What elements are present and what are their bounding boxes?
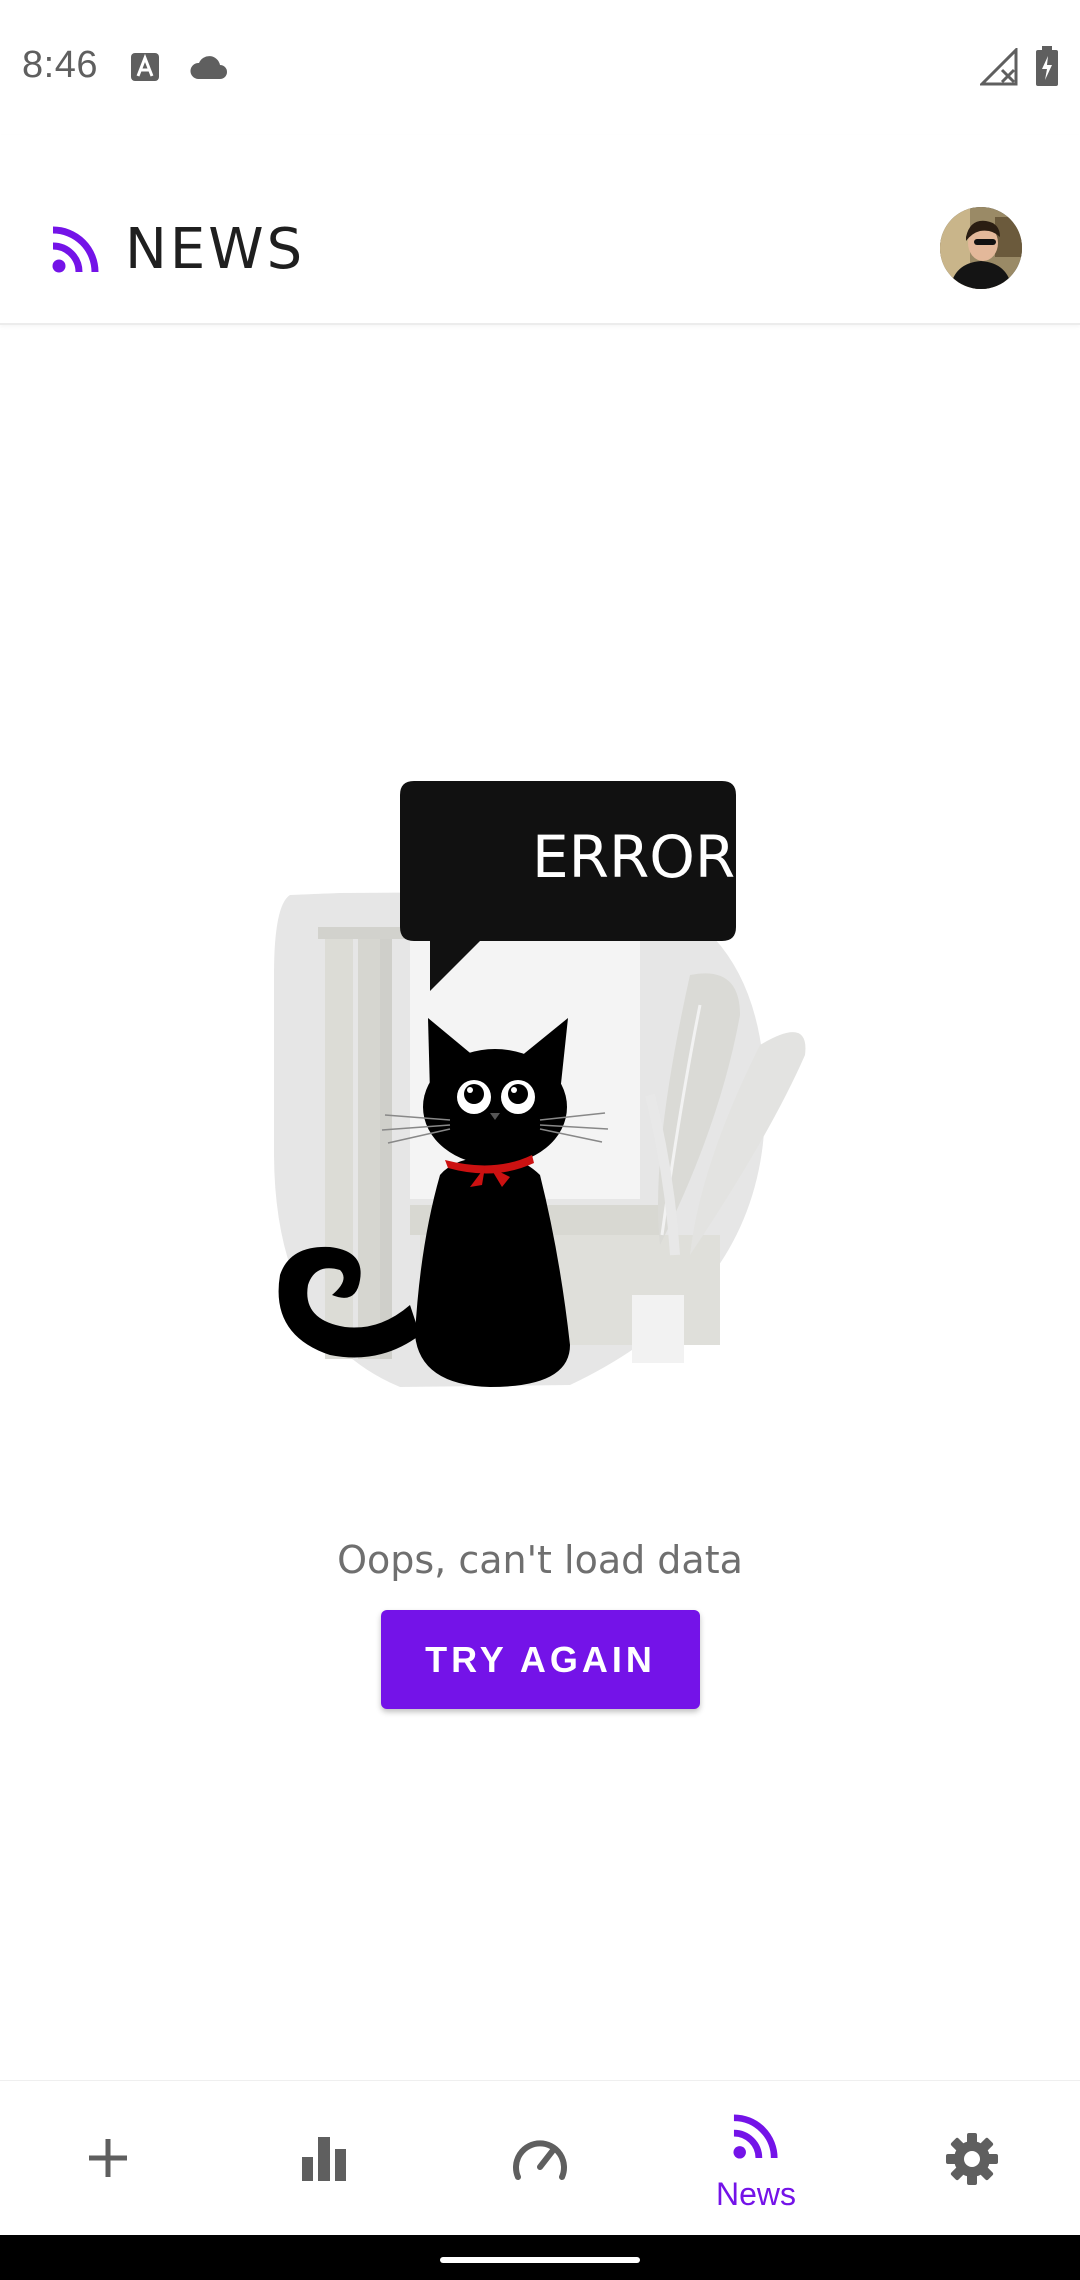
nav-item-settings[interactable] <box>864 2081 1080 2236</box>
error-illustration: ERROR <box>270 775 810 1395</box>
battery-charging-icon <box>1036 46 1058 91</box>
signal-off-icon <box>978 46 1018 91</box>
nav-label-news: News <box>715 2176 796 2212</box>
nav-item-stats[interactable] <box>216 2081 432 2236</box>
cloud-icon <box>188 54 228 85</box>
bar-chart-icon <box>301 2135 347 2186</box>
nav-item-dashboard[interactable] <box>432 2081 648 2236</box>
status-bar: 8:46 <box>0 0 1080 135</box>
app-bar: NEWS <box>0 135 1080 325</box>
error-message: Oops, can't load data <box>337 1538 743 1582</box>
try-again-button[interactable]: TRY AGAIN <box>381 1610 700 1709</box>
home-gesture-handle[interactable] <box>440 2257 640 2263</box>
speedometer-icon <box>512 2135 568 2186</box>
font-notification-icon <box>130 52 160 87</box>
error-bubble-text: ERROR <box>532 823 736 891</box>
add-icon <box>87 2137 129 2184</box>
system-gesture-bar <box>0 2235 1080 2280</box>
nav-item-news[interactable]: News <box>648 2081 864 2236</box>
gear-icon <box>946 2133 998 2190</box>
bottom-navigation: News <box>0 2080 1080 2235</box>
nav-item-add[interactable] <box>0 2081 216 2236</box>
status-time: 8:46 <box>22 44 98 86</box>
rss-feed-icon <box>733 2113 779 2164</box>
page-title: NEWS <box>125 217 306 282</box>
rss-feed-icon <box>52 225 100 278</box>
avatar[interactable] <box>940 207 1022 289</box>
